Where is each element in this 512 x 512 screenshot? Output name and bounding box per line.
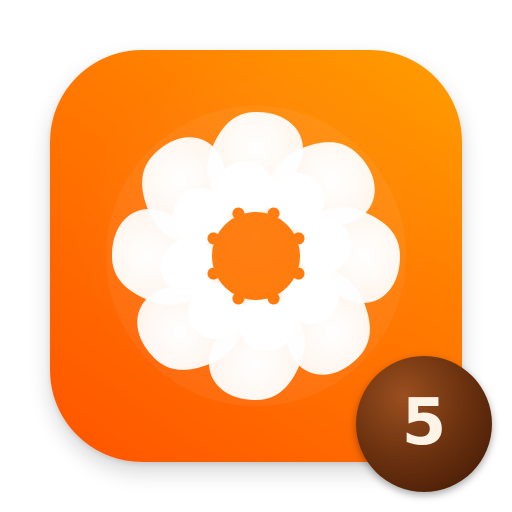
notification-badge: 5 [356,356,492,492]
app-icon-stage: 5 [0,0,512,512]
aperture-center [212,212,300,300]
badge-count: 5 [401,386,447,460]
